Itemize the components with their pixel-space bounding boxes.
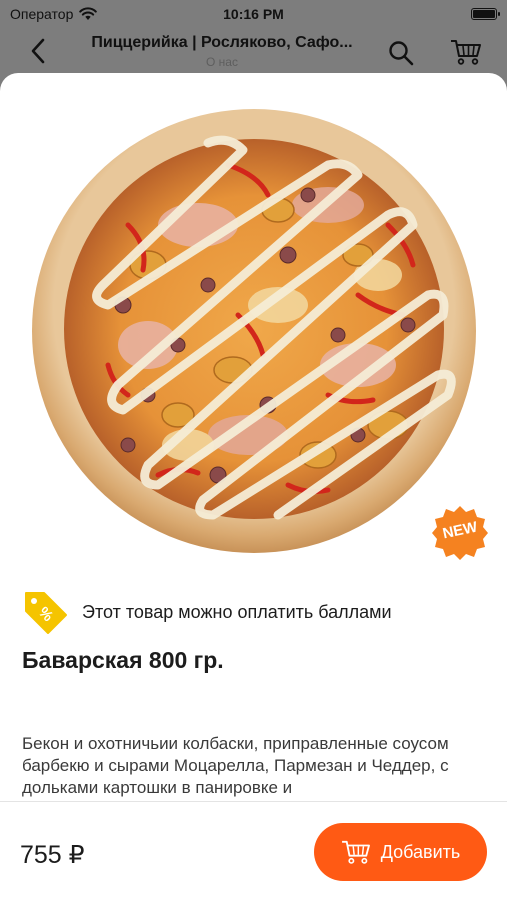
status-left: Оператор (10, 6, 98, 22)
product-price: 755 ₽ (20, 841, 85, 869)
search-button[interactable] (386, 38, 416, 68)
nav-title: Пиццерийка | Росляково, Сафо... (91, 34, 353, 51)
wifi-icon (79, 7, 98, 20)
nav-titles: Пиццерийка | Росляково, Сафо... О нас (72, 34, 372, 69)
cart-button[interactable] (448, 36, 484, 68)
back-button[interactable] (26, 36, 50, 66)
discount-tag-icon: % (25, 592, 67, 634)
points-row: % Этот товар можно оплатить баллами (22, 589, 392, 635)
new-badge: NEW (432, 505, 488, 561)
nav-bar: Пиццерийка | Росляково, Сафо... О нас (0, 28, 507, 76)
back-chevron-icon (31, 38, 45, 64)
product-image (28, 105, 480, 557)
nav-subtitle[interactable]: О нас (72, 55, 372, 69)
add-to-cart-button[interactable]: Добавить (314, 823, 487, 881)
pizza-image (32, 109, 476, 553)
points-text: Этот товар можно оплатить баллами (82, 601, 392, 622)
add-button-label: Добавить (380, 841, 461, 862)
bottom-bar: 755 ₽ Добавить (0, 801, 507, 900)
cart-icon (451, 40, 481, 65)
cart-icon (341, 840, 370, 864)
status-bar: Оператор 10:16 PM (0, 0, 507, 28)
search-icon (389, 41, 414, 66)
product-title: Баварская 800 гр. (22, 647, 224, 673)
carrier-label: Оператор (10, 6, 74, 22)
product-sheet: NEW % Этот товар можно оплатить баллами … (0, 73, 507, 900)
product-description: Бекон и охотничьии колбаски, приправленн… (22, 734, 449, 797)
battery-icon (471, 8, 500, 20)
